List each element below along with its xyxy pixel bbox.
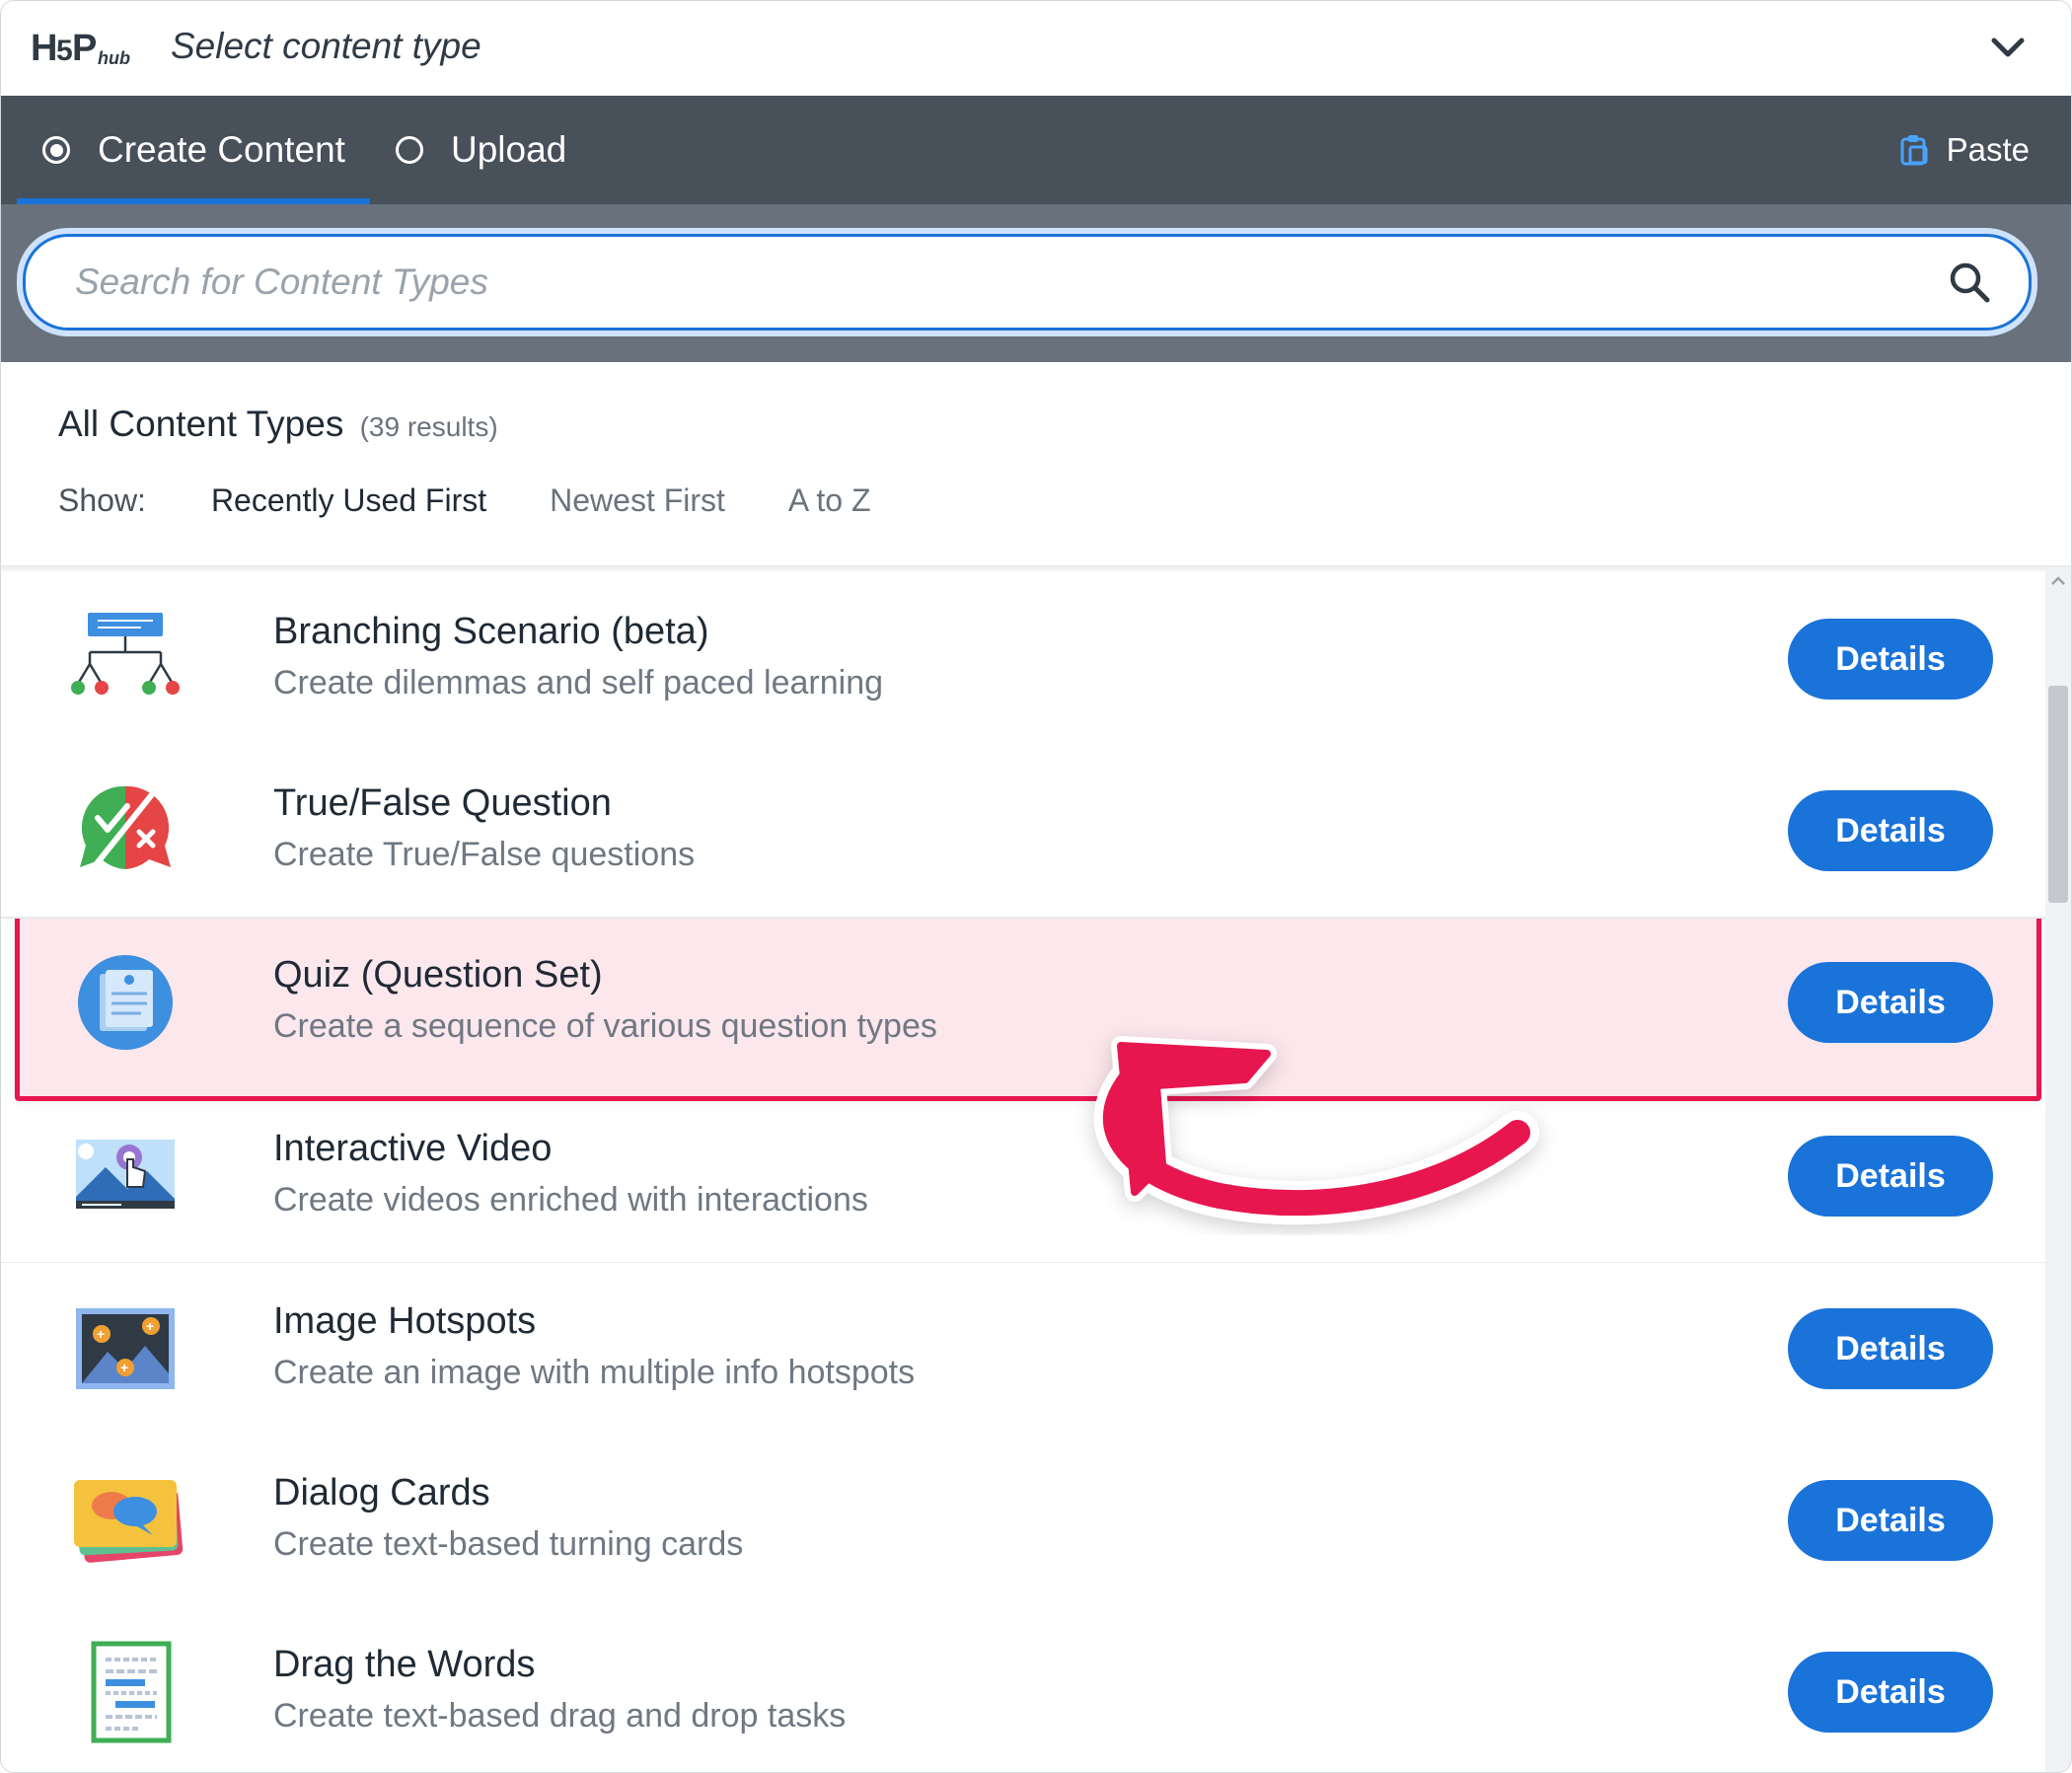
details-button[interactable]: Details bbox=[1788, 790, 1993, 871]
search-area bbox=[1, 204, 2071, 362]
search-input[interactable] bbox=[75, 237, 1900, 328]
hub-title: Select content type bbox=[171, 26, 481, 66]
item-description: Create an image with multiple info hotsp… bbox=[273, 1354, 916, 1391]
sort-options: Show: Recently Used First Newest First A… bbox=[58, 482, 934, 519]
svg-text:+: + bbox=[146, 1318, 154, 1334]
item-description: Create True/False questions bbox=[273, 836, 696, 873]
result-count: (39 results) bbox=[359, 411, 498, 442]
hub-header[interactable]: H 5 P hub Select content type bbox=[1, 1, 2071, 97]
item-description: Create videos enriched with interactions bbox=[273, 1181, 868, 1219]
item-description: Create text-based drag and drop tasks bbox=[273, 1697, 847, 1735]
h5p-hub-panel: H 5 P hub Select content type Create Con… bbox=[0, 0, 2072, 1773]
list-title-text: All Content Types bbox=[58, 404, 344, 444]
chevron-down-icon[interactable] bbox=[1988, 31, 2028, 64]
paste-button[interactable]: Paste bbox=[1899, 96, 2030, 204]
drag-the-words-icon bbox=[91, 1641, 172, 1743]
paste-label: Paste bbox=[1946, 131, 2030, 168]
item-title: Branching Scenario (beta) bbox=[273, 611, 709, 652]
search-icon[interactable] bbox=[1948, 260, 1991, 304]
item-description: Create text-based turning cards bbox=[273, 1525, 744, 1563]
list-item-true-false[interactable]: True/False Question Create True/False qu… bbox=[1, 745, 2045, 919]
list-header: All Content Types (39 results) Show: Rec… bbox=[1, 362, 2071, 569]
list-item-question-set[interactable]: Quiz (Question Set) Create a sequence of… bbox=[1, 917, 2045, 1088]
svg-text:hub: hub bbox=[98, 48, 130, 68]
list-item-dialog-cards[interactable]: Dialog Cards Create text-based turning c… bbox=[1, 1435, 2045, 1608]
list-item-interactive-video[interactable]: Interactive Video Create videos enriched… bbox=[1, 1090, 2045, 1264]
svg-text:P: P bbox=[72, 28, 97, 69]
details-button[interactable]: Details bbox=[1788, 1652, 1993, 1733]
svg-text:+: + bbox=[120, 1360, 128, 1375]
svg-text:H: H bbox=[31, 28, 57, 69]
item-title: Quiz (Question Set) bbox=[273, 954, 603, 996]
branching-scenario-icon bbox=[71, 613, 180, 695]
dialog-cards-icon bbox=[74, 1480, 184, 1563]
details-button[interactable]: Details bbox=[1788, 619, 1993, 700]
details-button[interactable]: Details bbox=[1788, 1308, 1993, 1389]
tab-bar: Create Content Upload Paste bbox=[1, 96, 2071, 204]
scroll-up-arrow-icon[interactable] bbox=[2048, 571, 2068, 591]
search-box[interactable] bbox=[23, 234, 2032, 331]
tab-upload-label: Upload bbox=[451, 129, 567, 170]
image-hotspots-icon: + + + bbox=[76, 1308, 175, 1389]
true-false-icon bbox=[80, 785, 171, 869]
list-item-branching-scenario[interactable]: Branching Scenario (beta) Create dilemma… bbox=[1, 573, 2045, 747]
interactive-video-icon bbox=[76, 1140, 175, 1209]
list-title: All Content Types (39 results) bbox=[58, 404, 498, 445]
svg-text:+: + bbox=[97, 1326, 105, 1342]
radio-selected-icon bbox=[42, 136, 70, 164]
tab-upload[interactable]: Upload bbox=[396, 96, 566, 204]
list-item-drag-the-words[interactable]: Drag the Words Create text-based drag an… bbox=[1, 1606, 2045, 1772]
details-button[interactable]: Details bbox=[1788, 962, 1993, 1043]
svg-text:5: 5 bbox=[56, 35, 73, 67]
item-title: Dialog Cards bbox=[273, 1472, 490, 1514]
item-title: Image Hotspots bbox=[273, 1300, 537, 1342]
item-title: Drag the Words bbox=[273, 1644, 536, 1685]
item-description: Create a sequence of various question ty… bbox=[273, 1007, 937, 1045]
scrollbar[interactable] bbox=[2045, 567, 2071, 1772]
tab-create-content-label: Create Content bbox=[98, 129, 345, 170]
question-set-icon bbox=[78, 955, 173, 1050]
sort-a-to-z[interactable]: A to Z bbox=[788, 482, 871, 519]
header-divider bbox=[1, 565, 2071, 573]
clipboard-icon bbox=[1900, 135, 1928, 166]
sort-newest-first[interactable]: Newest First bbox=[550, 482, 725, 519]
radio-empty-icon bbox=[396, 136, 423, 164]
sort-recently-used[interactable]: Recently Used First bbox=[211, 482, 486, 519]
item-title: Interactive Video bbox=[273, 1128, 553, 1169]
show-label: Show: bbox=[58, 482, 146, 518]
item-title: True/False Question bbox=[273, 782, 612, 824]
item-description: Create dilemmas and self paced learning bbox=[273, 664, 884, 702]
scrollbar-thumb[interactable] bbox=[2048, 686, 2068, 903]
tab-create-content[interactable]: Create Content bbox=[42, 96, 345, 204]
details-button[interactable]: Details bbox=[1788, 1136, 1993, 1217]
details-button[interactable]: Details bbox=[1788, 1480, 1993, 1561]
h5p-hub-logo: H 5 P hub bbox=[31, 28, 130, 69]
list-item-image-hotspots[interactable]: + + + Image Hotspots Create an image wit… bbox=[1, 1263, 2045, 1437]
